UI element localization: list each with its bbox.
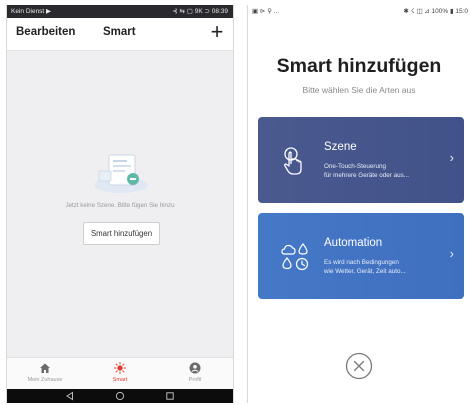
edit-button[interactable]: Bearbeiten <box>16 26 75 38</box>
automation-card[interactable]: Automation Es wird nach Bedingungen wie … <box>258 213 464 299</box>
tab-profile-label: Profil <box>188 377 202 383</box>
sun-icon <box>114 362 126 374</box>
scene-card-desc-line1: One-Touch-Steuerung <box>324 163 386 170</box>
empty-state-message: Jetzt keine Szene. Bitte fügen Sie hinzu <box>65 202 175 209</box>
chevron-right-icon: › <box>449 246 454 261</box>
automation-card-desc-line1: Es wird nach Bedingungen <box>324 259 399 266</box>
home-circle-icon[interactable] <box>115 391 125 401</box>
tab-home[interactable]: Mein Zuhause <box>15 362 75 388</box>
status-notifications: ▣ ⊳ ⚲ ... <box>252 8 280 15</box>
tab-smart[interactable]: Smart <box>90 362 150 388</box>
weather-clock-icon <box>281 243 309 271</box>
smart-screen: Kein Dienst ▶ ⊰ ⇆ ▢ 9K ⊃ 08:39 Bearbeite… <box>6 5 234 403</box>
back-icon[interactable] <box>65 391 75 401</box>
tab-profile[interactable]: Profil <box>165 362 225 388</box>
smart-empty-illustration <box>94 154 148 193</box>
status-carrier: Kein Dienst ▶ <box>11 8 52 15</box>
tab-bar: Mein Zuhause Smart Profil <box>7 357 233 390</box>
status-bar: ▣ ⊳ ⚲ ... ✱ ☇ ◫ ⊿ 100% ▮ 15:0 <box>248 5 470 18</box>
page-title: Smart hinzufügen <box>276 55 442 77</box>
status-bar: Kein Dienst ▶ ⊰ ⇆ ▢ 9K ⊃ 08:39 <box>7 5 233 18</box>
scene-card[interactable]: Szene One-Touch-Steuerung für mehrere Ge… <box>258 117 464 203</box>
add-smart-screen: ▣ ⊳ ⚲ ... ✱ ☇ ◫ ⊿ 100% ▮ 15:0 Smart hinz… <box>247 5 470 403</box>
profile-icon <box>189 362 201 374</box>
scene-card-title: Szene <box>324 141 357 153</box>
page-subtitle: Bitte wählen Sie die Arten aus <box>302 85 416 95</box>
status-indicators: ✱ ☇ ◫ ⊿ 100% ▮ 15:0 <box>403 8 468 15</box>
plus-icon[interactable]: + <box>207 20 227 44</box>
tab-home-label: Mein Zuhause <box>27 377 63 383</box>
recents-icon[interactable] <box>165 391 175 401</box>
add-smart-button[interactable]: Smart hinzufügen <box>83 222 160 245</box>
home-icon <box>40 363 50 373</box>
android-nav-bar <box>7 389 233 403</box>
tab-smart-label: Smart <box>112 377 128 383</box>
screenshot-stage: Kein Dienst ▶ ⊰ ⇆ ▢ 9K ⊃ 08:39 Bearbeite… <box>0 0 470 405</box>
top-bar: Bearbeiten Smart + <box>7 18 233 51</box>
close-circle-icon[interactable] <box>345 352 373 380</box>
chevron-right-icon: › <box>449 150 454 165</box>
page-title: Smart <box>103 26 136 38</box>
tap-hand-icon <box>284 147 302 175</box>
automation-card-desc-line2: wie Wetter, Gerät, Zeit auto... <box>324 268 406 275</box>
scene-card-desc-line2: für mehrere Geräte oder aus... <box>324 172 410 179</box>
automation-card-title: Automation <box>324 237 383 249</box>
status-indicators: ⊰ ⇆ ▢ 9K ⊃ 08:39 <box>172 8 228 15</box>
